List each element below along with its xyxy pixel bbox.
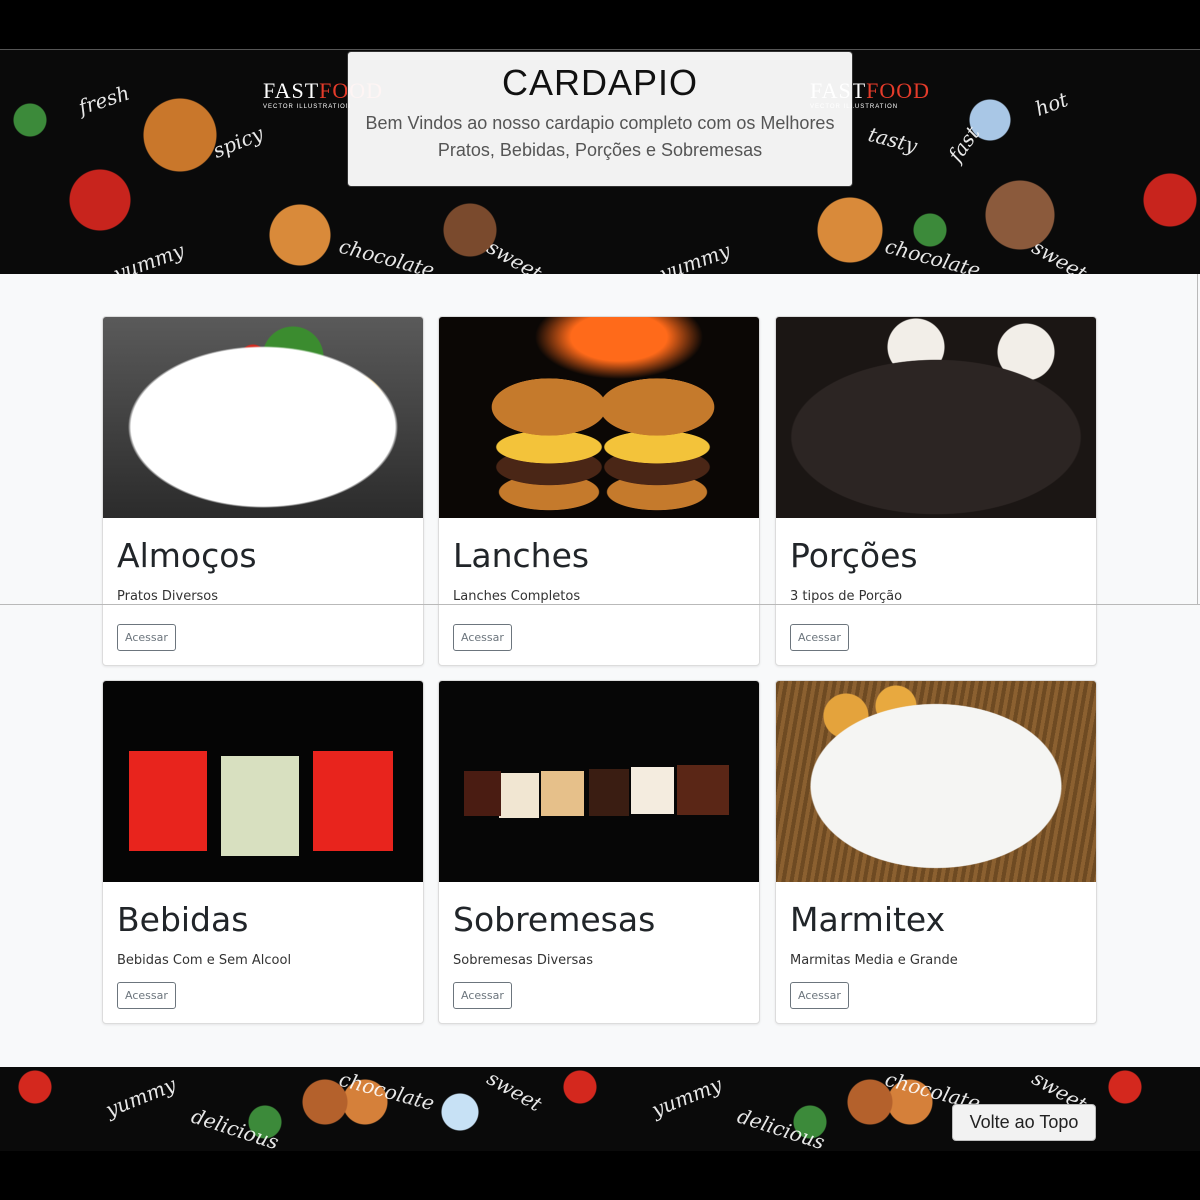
card-subtitle: Marmitas Media e Grande <box>790 953 958 968</box>
card-title: Almoços <box>117 536 257 575</box>
card-almocos: Almoços Pratos Diversos Acessar <box>102 316 424 666</box>
banner-word: chocolate <box>336 1066 438 1116</box>
banner-word: yummy <box>648 1072 726 1122</box>
banner-word: fresh <box>75 80 133 120</box>
overlay-line <box>0 604 1200 605</box>
card-subtitle: 3 tipos de Porção <box>790 589 903 604</box>
card-image <box>103 317 423 518</box>
card-sobremesas: Sobremesas Sobremesas Diversas Acessar <box>438 680 760 1024</box>
card-image <box>776 317 1096 518</box>
card-title: Porções <box>790 536 918 575</box>
banner-word: tasty <box>865 121 920 159</box>
card-title: Marmitex <box>790 900 946 939</box>
overlay-edge <box>1197 274 1198 605</box>
access-button[interactable]: Acessar <box>790 982 849 1009</box>
header-title-box: CARDAPIO Bem Vindos ao nosso cardapio co… <box>347 51 853 187</box>
card-image <box>776 681 1096 882</box>
access-button[interactable]: Acessar <box>117 624 176 651</box>
card-title: Sobremesas <box>453 900 656 939</box>
card-image <box>439 317 759 518</box>
banner-word: fast <box>943 121 985 167</box>
card-subtitle: Sobremesas Diversas <box>453 953 593 968</box>
card-image <box>439 681 759 882</box>
access-button[interactable]: Acessar <box>453 624 512 651</box>
card-bebidas: Bebidas Bebidas Com e Sem Alcool Acessar <box>102 680 424 1024</box>
card-title: Bebidas <box>117 900 249 939</box>
card-subtitle: Lanches Completos <box>453 589 581 604</box>
page-title: CARDAPIO <box>501 62 699 103</box>
card-image <box>103 681 423 882</box>
access-button[interactable]: Acessar <box>790 624 849 651</box>
banner-word: sweet <box>482 1065 547 1117</box>
banner-word: delicious <box>734 1103 828 1155</box>
banner-word: yummy <box>102 1072 180 1122</box>
access-button[interactable]: Acessar <box>453 982 512 1009</box>
banner-word: delicious <box>188 1103 282 1155</box>
access-button[interactable]: Acessar <box>117 982 176 1009</box>
banner-word: spicy <box>209 121 267 163</box>
back-to-top-button[interactable]: Volte ao Topo <box>952 1104 1096 1141</box>
card-subtitle: Bebidas Com e Sem Alcool <box>117 953 292 968</box>
page-subtitle: Bem Vindos ao nosso cardapio completo co… <box>365 113 835 160</box>
card-title: Lanches <box>453 536 590 575</box>
card-porcoes: Porções 3 tipos de Porção Acessar <box>775 316 1097 666</box>
card-marmitex: Marmitex Marmitas Media e Grande Acessar <box>775 680 1097 1024</box>
card-lanches: Lanches Lanches Completos Acessar <box>438 316 760 666</box>
banner-word: hot <box>1031 87 1072 121</box>
card-subtitle: Pratos Diversos <box>117 589 219 604</box>
